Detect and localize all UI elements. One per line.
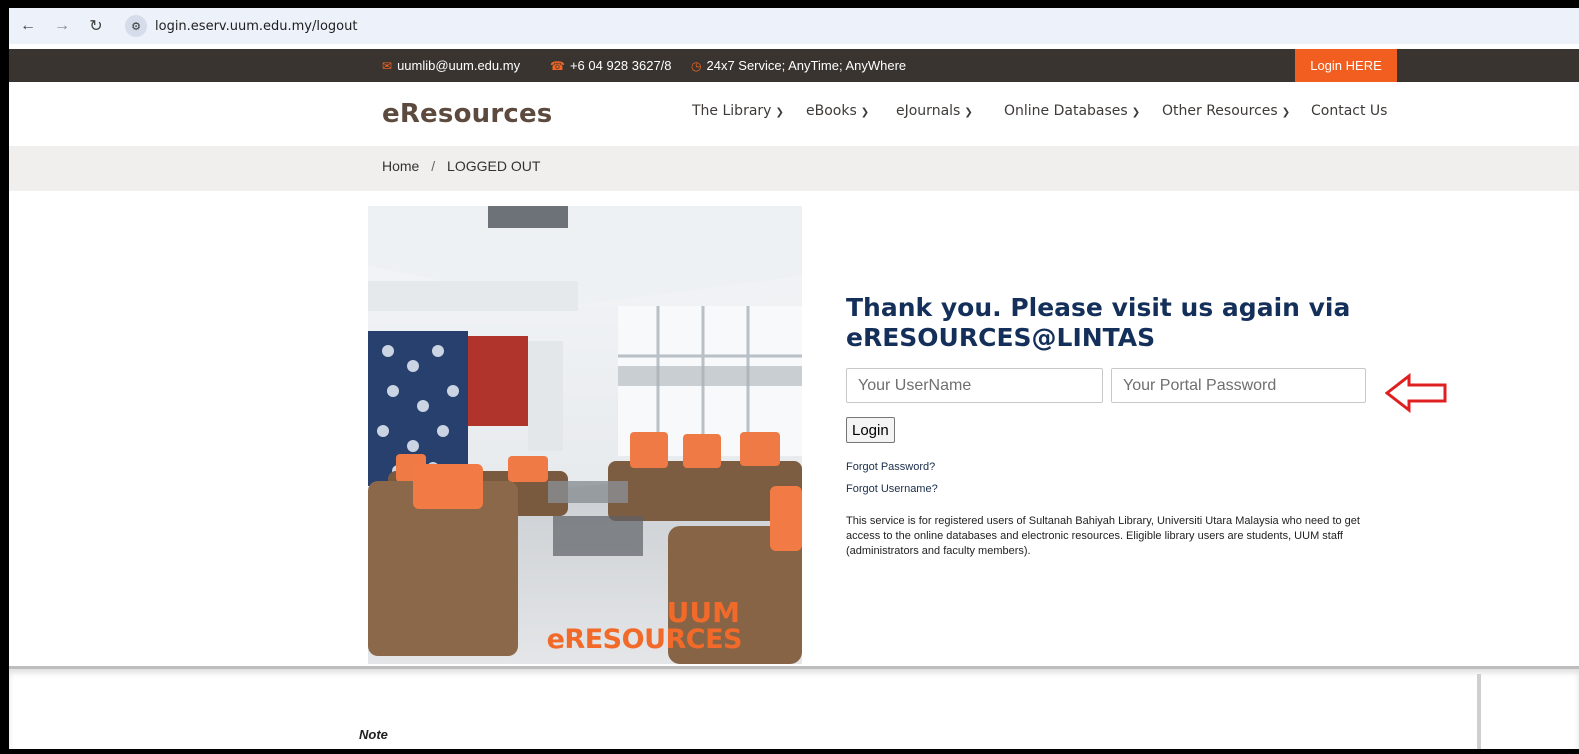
username-input[interactable] xyxy=(846,368,1103,403)
photo-brand-eresources: eRESOURCES xyxy=(546,624,743,655)
library-lounge-photo: UUM eRESOURCES xyxy=(368,206,802,664)
menu-other-resources[interactable]: Other Resources ❯ xyxy=(1162,103,1290,119)
breadcrumb-home[interactable]: Home xyxy=(382,158,419,174)
menu-the-library[interactable]: The Library ❯ xyxy=(692,103,784,119)
breadcrumb-current: LOGGED OUT xyxy=(447,158,541,174)
breadcrumb: Home / LOGGED OUT xyxy=(382,158,540,174)
service-hours: ◷ 24x7 Service; AnyTime; AnyWhere xyxy=(691,58,907,73)
logout-title: Thank you. Please visit us again via eRE… xyxy=(846,293,1351,352)
clock-icon: ◷ xyxy=(691,58,702,73)
forgot-username-link[interactable]: Forgot Username? xyxy=(846,483,938,495)
breadcrumb-bar: Home / LOGGED OUT xyxy=(9,146,1579,191)
menu-ebooks[interactable]: eBooks ❯ xyxy=(806,103,869,119)
reload-icon[interactable]: ↻ xyxy=(85,15,107,37)
chevron-down-icon: ❯ xyxy=(964,107,973,118)
arrow-right-icon[interactable]: → xyxy=(51,15,73,37)
site-brand[interactable]: eResources xyxy=(382,99,552,129)
address-bar[interactable]: login.eserv.uum.edu.my/logout xyxy=(155,19,357,34)
menu-ejournals[interactable]: eJournals ❯ xyxy=(896,103,973,119)
browser-toolbar: ← → ↻ ⚙ login.eserv.uum.edu.my/logout xyxy=(9,8,1579,44)
forgot-password-link[interactable]: Forgot Password? xyxy=(846,461,935,473)
contact-email[interactable]: ✉ uumlib@uum.edu.my xyxy=(382,49,520,82)
lower-section-edge xyxy=(1477,674,1481,749)
note-heading: Note xyxy=(359,727,388,742)
contact-phone[interactable]: ☎ +6 04 928 3627/8 xyxy=(550,49,672,82)
site-info-icon[interactable]: ⚙ xyxy=(125,15,147,37)
menu-contact-us[interactable]: Contact Us xyxy=(1311,103,1387,119)
login-here-button[interactable]: Login HERE xyxy=(1295,49,1397,82)
phone-icon: ☎ xyxy=(550,58,565,73)
lower-section xyxy=(9,666,1579,749)
envelope-icon: ✉ xyxy=(382,58,393,73)
password-input[interactable] xyxy=(1111,368,1366,403)
arrow-left-icon[interactable]: ← xyxy=(17,15,39,37)
site-header: eResources The Library ❯ eBooks ❯ eJournal… xyxy=(9,82,1579,146)
chevron-down-icon: ❯ xyxy=(1131,107,1141,118)
service-description: This service is for registered users of … xyxy=(846,515,1360,557)
breadcrumb-separator: / xyxy=(431,158,436,174)
login-button[interactable]: Login xyxy=(846,417,895,443)
menu-online-databases[interactable]: Online Databases ❯ xyxy=(1004,103,1140,119)
browser-window: ← → ↻ ⚙ login.eserv.uum.edu.my/logout ✉ … xyxy=(9,8,1579,749)
chevron-down-icon: ❯ xyxy=(1281,107,1291,118)
chevron-down-icon: ❯ xyxy=(775,107,784,118)
arrow-left-outline-icon xyxy=(1385,373,1447,413)
chevron-down-icon: ❯ xyxy=(860,107,870,118)
